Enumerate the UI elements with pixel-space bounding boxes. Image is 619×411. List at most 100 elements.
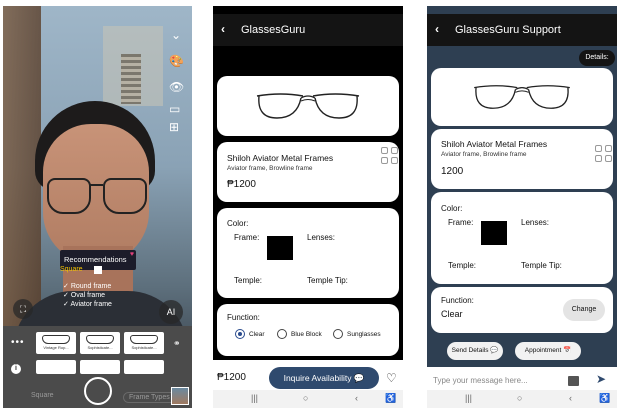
tryon-right-lens <box>103 178 147 214</box>
function-label: Function: <box>441 296 474 305</box>
frame-thumbnail[interactable] <box>124 360 164 374</box>
inquire-availability-button[interactable]: Inquire Availability 💬 <box>269 367 379 389</box>
product-price: 1200 <box>441 166 464 177</box>
face-shape-label: Square <box>60 266 83 273</box>
lenses-label: Lenses: <box>307 233 336 242</box>
frame-thumbnail[interactable]: Vintage Rop... <box>36 332 76 354</box>
product-name: Shiloh Aviator Metal Frames <box>227 153 334 163</box>
recent-apps-icon[interactable]: ||| <box>465 393 472 403</box>
glasses-image <box>474 85 570 109</box>
frame-label: Frame: <box>448 218 474 227</box>
frame-thumbnail[interactable]: Sophisticate... <box>124 332 164 354</box>
send-icon[interactable]: ➤ <box>596 372 606 386</box>
product-image-card <box>217 76 399 136</box>
more-options-icon[interactable]: ••• <box>11 337 25 348</box>
color-card: Color: Frame: Lenses: Temple: Temple Tip… <box>217 208 399 298</box>
temple-label: Temple: <box>234 276 263 285</box>
grid-icon[interactable] <box>381 147 399 165</box>
nav-back-icon[interactable]: ‹ <box>355 393 358 403</box>
product-price: ₱1200 <box>227 179 256 190</box>
ai-button[interactable]: AI <box>159 300 183 324</box>
glasses-image <box>256 93 360 119</box>
function-card: Function: Clear Blue Block Sunglasses <box>217 304 399 356</box>
product-image-card <box>431 68 613 126</box>
shutter-button[interactable] <box>84 377 112 405</box>
lenses-label: Lenses: <box>521 218 550 227</box>
product-screen: ‹ GlassesGuru Shiloh Aviator Metal Frame… <box>213 6 403 408</box>
chevron-down-icon[interactable]: ⌄ <box>171 28 181 42</box>
color-card: Color: Frame: Lenses: Temple: Temple Tip… <box>431 192 613 284</box>
temple-tip-label: Temple Tip: <box>521 261 562 270</box>
fullscreen-icon[interactable]: ⛶ <box>13 299 33 319</box>
layout-grid-icon[interactable]: ⊞ <box>169 120 179 134</box>
glasses-icon[interactable]: ⚭ <box>173 338 181 349</box>
glasses-thumbnail-icon <box>86 335 114 344</box>
frame-color-swatch <box>481 221 507 245</box>
face-shape-checkbox[interactable] <box>94 266 102 274</box>
color-label: Color: <box>227 219 249 228</box>
glasses-thumbnail-icon <box>42 335 70 344</box>
temple-tip-label: Temple Tip: <box>307 276 348 285</box>
mode-square[interactable]: Square <box>31 392 54 399</box>
shape-option-oval[interactable]: ✓ Oval frame <box>63 291 105 299</box>
radio-clear[interactable] <box>235 329 245 339</box>
frame-color-swatch[interactable] <box>267 236 293 260</box>
radio-sunglasses[interactable] <box>333 329 343 339</box>
frame-thumbnail[interactable]: Sophisticate... <box>80 332 120 354</box>
screenshot-stage: ⌄ 🎨 👁 ▭ ⊞ Recommendations ♥ Square ✓ Rou… <box>0 0 619 411</box>
change-button[interactable]: Change <box>563 299 605 321</box>
system-nav-bar: ||| ○ ‹ ♿ <box>213 390 403 408</box>
home-icon[interactable]: ○ <box>517 393 522 403</box>
color-label: Color: <box>441 204 463 213</box>
camera-background-vent <box>121 54 141 104</box>
home-icon[interactable]: ○ <box>303 393 308 403</box>
temple-label: Temple: <box>448 261 477 270</box>
page-title: GlassesGuru Support <box>455 24 561 36</box>
radio-sunglasses-label: Sunglasses <box>347 331 381 338</box>
nav-back-icon[interactable]: ‹ <box>569 393 572 403</box>
purchase-bar: ₱1200 Inquire Availability 💬 ♡ <box>213 360 403 392</box>
message-input[interactable]: Type your message here... <box>433 376 528 385</box>
radio-blue-block[interactable] <box>277 329 287 339</box>
grid-icon[interactable] <box>595 145 613 163</box>
recommendations-label: Recommendations <box>64 255 127 264</box>
recent-apps-icon[interactable]: ||| <box>251 393 258 403</box>
eye-icon[interactable]: 👁 <box>169 80 184 94</box>
appointment-chip[interactable]: Appointment 📅 <box>515 342 581 360</box>
image-attach-icon[interactable] <box>568 376 579 386</box>
product-name: Shiloh Aviator Metal Frames <box>441 139 548 149</box>
radio-blue-block-label: Blue Block <box>291 331 322 338</box>
product-subtitle: Aviator frame, Browline frame <box>441 151 527 158</box>
system-nav-bar: ||| ○ ‹ ♿ <box>427 390 617 408</box>
camera-screen: ⌄ 🎨 👁 ▭ ⊞ Recommendations ♥ Square ✓ Rou… <box>3 6 192 408</box>
send-details-chip[interactable]: Send Details 💬 <box>447 342 503 360</box>
favorite-heart-icon[interactable]: ♡ <box>386 371 397 385</box>
page-title: GlassesGuru <box>241 24 306 36</box>
support-screen: ‹ GlassesGuru Support Details: Shiloh Av… <box>427 6 617 408</box>
mode-frame-types[interactable]: Frame Types <box>123 392 176 403</box>
tryon-left-lens <box>47 178 91 214</box>
frame-thumbnail[interactable] <box>80 360 120 374</box>
palette-icon[interactable]: 🎨 <box>169 54 184 68</box>
glasses-thumbnail-icon <box>130 335 158 344</box>
function-value: Clear <box>441 309 463 319</box>
product-info-card: Shiloh Aviator Metal Frames Aviator fram… <box>217 142 399 202</box>
tryon-bridge <box>89 184 103 186</box>
product-info-card: Shiloh Aviator Metal Frames Aviator fram… <box>431 129 613 189</box>
back-arrow-icon[interactable]: ‹ <box>221 22 225 36</box>
accessibility-icon[interactable]: ♿ <box>599 393 610 404</box>
shape-option-round[interactable]: ✓ Round frame <box>63 282 111 290</box>
frame-thumbnail[interactable] <box>36 360 76 374</box>
details-chip[interactable]: Details: <box>579 50 615 66</box>
radio-clear-label: Clear <box>249 331 265 338</box>
frame-label: Frame: <box>234 233 260 242</box>
avatar[interactable] <box>171 387 189 405</box>
function-card: Function: Clear Change <box>431 287 613 333</box>
info-icon[interactable]: i <box>11 364 21 374</box>
heart-icon: ♥ <box>129 251 134 258</box>
accessibility-icon[interactable]: ♿ <box>385 393 396 404</box>
shape-option-aviator[interactable]: ✓ Aviator frame <box>63 300 112 308</box>
back-arrow-icon[interactable]: ‹ <box>435 22 439 36</box>
bottom-price: ₱1200 <box>217 372 246 383</box>
monitor-icon[interactable]: ▭ <box>169 102 180 116</box>
